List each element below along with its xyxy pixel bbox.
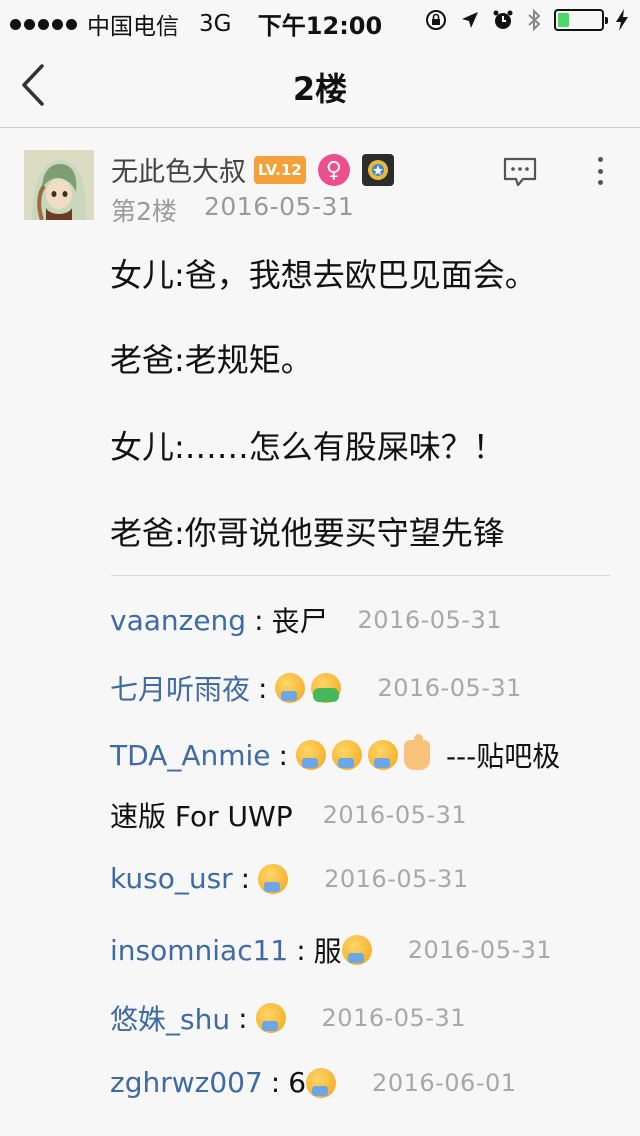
location-arrow-icon (462, 12, 478, 28)
angry-face-emoji-icon (275, 673, 306, 703)
more-options-icon[interactable] (588, 154, 612, 188)
comment-username[interactable]: vaanzeng (110, 604, 246, 637)
status-left: 中国电信 3G (10, 7, 231, 41)
battery-icon (554, 9, 608, 31)
comment-username[interactable]: TDA_Anmie (110, 739, 271, 772)
female-gender-icon: ♀ (317, 154, 350, 186)
angry-face-emoji-icon (341, 935, 372, 965)
comment-item-continuation[interactable]: 速版 For UWP 2016-05-31 (110, 795, 467, 835)
angry-face-emoji-icon (295, 740, 326, 770)
network-type-label: 3G (199, 11, 232, 37)
alarm-clock-icon (493, 10, 513, 29)
comment-client-suffix: ---贴吧极 (445, 740, 561, 773)
comment-username[interactable]: 七月听雨夜 (110, 668, 250, 708)
comment-item[interactable]: vaanzeng : 丧尸 2016-05-31 (110, 600, 502, 640)
comment-username[interactable]: zghrwz007 (110, 1066, 263, 1099)
comment-username[interactable]: 悠姝_shu (110, 998, 230, 1038)
post-content-line: 女儿:爸，我想去欧巴见面会。 (110, 256, 537, 294)
comment-username[interactable]: insomniac11 (110, 934, 288, 967)
comment-colon: : (296, 933, 306, 967)
back-chevron-icon[interactable] (14, 60, 58, 110)
charging-bolt-icon (616, 9, 628, 31)
comment-colon: : (258, 671, 268, 705)
status-right (424, 8, 628, 32)
comment-item[interactable]: 悠姝_shu : 2016-05-31 (110, 998, 466, 1038)
comment-date: 2016-06-01 (372, 1068, 517, 1097)
bluetooth-icon (528, 8, 541, 32)
thumbs-up-emoji-icon (403, 734, 430, 770)
comment-text: 服 (313, 935, 342, 968)
comment-date: 2016-05-31 (357, 606, 503, 634)
signal-strength-icon (10, 18, 77, 30)
comment-text: 6 (288, 1066, 307, 1099)
angry-face-emoji-icon (306, 1067, 337, 1098)
status-bar: 中国电信 3G 下午12:00 (0, 0, 640, 40)
page-title: 2楼 (292, 70, 348, 108)
post-content-line: 女儿:……怎么有股屎味？！ (110, 428, 505, 466)
comment-item[interactable]: 七月听雨夜 : 2016-05-31 (110, 668, 522, 708)
carrier-label: 中国电信 (87, 14, 179, 40)
comments-divider (111, 575, 610, 576)
comment-colon: : (254, 603, 264, 637)
level-badge: LV.12 (254, 156, 306, 184)
angry-face-emoji-icon (255, 1003, 286, 1033)
angry-face-emoji-icon (367, 740, 398, 770)
author-badges: LV.12 ♀ (254, 154, 394, 186)
comment-date: 2016-05-31 (377, 674, 522, 702)
comment-colon: : (238, 1001, 248, 1035)
comment-date: 2016-05-31 (407, 936, 553, 964)
comment-item[interactable]: kuso_usr : 2016-05-31 (110, 862, 469, 895)
comment-colon: : (270, 1066, 281, 1099)
post-date: 2016-05-31 (204, 192, 355, 221)
rotation-lock-icon (426, 10, 446, 30)
comment-date: 2016-05-31 (324, 864, 469, 893)
comment-username[interactable]: kuso_usr (110, 862, 233, 895)
comment-colon: : (240, 862, 251, 895)
comment-text: 丧尸 (271, 605, 328, 638)
post-content-line: 老爸:老规矩。 (110, 341, 313, 379)
comment-client-suffix-continued: 速版 For UWP (110, 800, 293, 833)
avatar[interactable] (24, 150, 94, 220)
vomit-face-emoji-icon (311, 673, 342, 703)
reply-comment-icon[interactable] (502, 156, 538, 188)
comment-colon: : (278, 738, 288, 772)
navigation-bar: 2楼 (0, 40, 640, 128)
comment-item[interactable]: insomniac11 : 服 2016-05-31 (110, 930, 552, 970)
medal-icon (361, 154, 394, 186)
post-author-name[interactable]: 无此色大叔 (111, 150, 246, 189)
post-content-line: 老爸:你哥说他要买守望先锋 (110, 514, 505, 552)
floor-number: 第2楼 (111, 197, 177, 226)
angry-face-emoji-icon (258, 863, 289, 894)
comment-item[interactable]: zghrwz007 : 6 2016-06-01 (110, 1066, 517, 1099)
comment-date: 2016-05-31 (322, 801, 468, 829)
comment-item[interactable]: TDA_Anmie : ---贴吧极 (110, 734, 561, 775)
angry-face-emoji-icon (331, 740, 362, 770)
comment-date: 2016-05-31 (321, 1004, 467, 1032)
